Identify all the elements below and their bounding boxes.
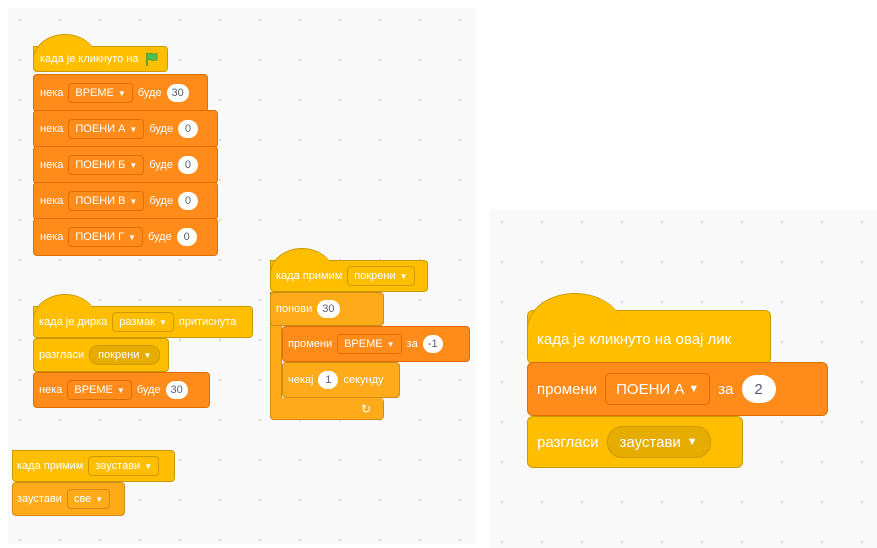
set-keyword: нека bbox=[40, 195, 64, 207]
seconds-label: секунду bbox=[343, 374, 384, 386]
change-keyword: промени bbox=[537, 380, 598, 398]
set-keyword: нека bbox=[40, 231, 64, 243]
hat-label: када је дирка bbox=[39, 316, 108, 328]
repeat-count-input[interactable]: 30 bbox=[317, 300, 340, 318]
when-i-receive-block[interactable]: када примим покрени ▼ bbox=[270, 248, 428, 292]
loop-arrow-icon: ↻ bbox=[360, 401, 371, 416]
hat-label: када примим bbox=[17, 460, 84, 472]
chevron-down-icon: ▼ bbox=[117, 88, 126, 98]
chevron-down-icon: ▼ bbox=[95, 494, 104, 504]
message-dropdown[interactable]: заустави ▼ bbox=[606, 426, 711, 458]
repeat-block[interactable]: понови 30 bbox=[270, 292, 384, 326]
message-dropdown[interactable]: покрени ▼ bbox=[347, 266, 415, 286]
value-input[interactable]: 0 bbox=[177, 156, 198, 174]
variable-dropdown[interactable]: ВРЕМЕ ▼ bbox=[67, 380, 132, 400]
stop-keyword: заустави bbox=[17, 493, 62, 505]
variable-dropdown[interactable]: ПОЕНИ Б ▼ bbox=[68, 155, 145, 175]
stop-option-dropdown[interactable]: све ▼ bbox=[66, 489, 111, 509]
to-keyword: буде bbox=[149, 159, 173, 171]
wait-keyword: чекај bbox=[288, 374, 314, 386]
chevron-down-icon: ▼ bbox=[129, 160, 138, 170]
chevron-down-icon: ▼ bbox=[128, 232, 136, 242]
chevron-down-icon: ▼ bbox=[386, 339, 395, 349]
set-variable-block[interactable]: нека ВРЕМЕ ▼ буде 30 bbox=[33, 372, 210, 408]
chevron-down-icon: ▼ bbox=[399, 271, 408, 281]
repeat-block-footer[interactable]: ↻ bbox=[270, 398, 384, 420]
change-variable-block[interactable]: промени ПОЕНИ А ▼ за 2 bbox=[527, 362, 828, 416]
message-dropdown[interactable]: покрени ▼ bbox=[89, 345, 161, 365]
set-keyword: нека bbox=[40, 123, 64, 135]
value-input[interactable]: 30 bbox=[165, 381, 188, 399]
set-variable-block[interactable]: нека ПОЕНИ А ▼ буде 0 bbox=[33, 110, 218, 148]
message-dropdown[interactable]: заустави ▼ bbox=[88, 456, 160, 476]
set-keyword: нека bbox=[39, 384, 63, 396]
set-variable-block[interactable]: нека ПОЕНИ Г ▼ буде 0 bbox=[33, 218, 218, 256]
wait-block[interactable]: чекај 1 секунду bbox=[282, 362, 400, 398]
chevron-down-icon: ▼ bbox=[129, 124, 138, 134]
broadcast-keyword: разгласи bbox=[39, 349, 85, 361]
broadcast-block[interactable]: разгласи покрени ▼ bbox=[33, 338, 169, 372]
when-this-sprite-clicked-block[interactable]: када је кликнуто на овај лик bbox=[527, 293, 771, 364]
when-i-receive-block[interactable]: када примим заустави ▼ bbox=[12, 450, 175, 482]
to-keyword: буде bbox=[149, 195, 174, 207]
chevron-down-icon: ▼ bbox=[158, 317, 167, 327]
variable-dropdown[interactable]: ВРЕМЕ ▼ bbox=[337, 334, 402, 354]
to-keyword: буде bbox=[149, 123, 174, 135]
set-variable-block[interactable]: нека ПОЕНИ В ▼ буде 0 bbox=[33, 182, 218, 220]
to-keyword: буде bbox=[147, 231, 172, 243]
change-variable-block[interactable]: промени ВРЕМЕ ▼ за -1 bbox=[282, 326, 470, 362]
variable-dropdown[interactable]: ПОЕНИ А ▼ bbox=[68, 119, 145, 139]
hat-label: када је кликнуто на bbox=[40, 53, 139, 65]
when-key-pressed-block[interactable]: када је дирка размак ▼ притиснута bbox=[33, 294, 253, 338]
hat-label: када примим bbox=[276, 270, 343, 282]
value-input[interactable]: 30 bbox=[166, 84, 189, 102]
repeat-keyword: понови bbox=[276, 303, 313, 315]
chevron-down-icon: ▼ bbox=[144, 461, 153, 471]
set-variable-block[interactable]: нека ПОЕНИ Б ▼ буде 0 bbox=[33, 146, 218, 184]
when-flag-clicked-block[interactable]: када је кликнуто на bbox=[33, 34, 168, 72]
set-keyword: нека bbox=[40, 159, 64, 171]
hat-label-post: притиснута bbox=[178, 316, 237, 328]
broadcast-block[interactable]: разгласи заустави ▼ bbox=[527, 416, 743, 468]
value-input[interactable]: 0 bbox=[176, 228, 197, 246]
variable-dropdown[interactable]: ПОЕНИ Г ▼ bbox=[68, 227, 143, 247]
key-dropdown[interactable]: размак ▼ bbox=[112, 312, 174, 332]
green-flag-icon bbox=[145, 52, 157, 66]
chevron-down-icon: ▼ bbox=[686, 436, 698, 448]
to-keyword: буде bbox=[137, 87, 162, 99]
broadcast-keyword: разгласи bbox=[537, 433, 599, 451]
set-keyword: нека bbox=[40, 87, 64, 99]
by-keyword: за bbox=[406, 338, 418, 350]
change-keyword: промени bbox=[288, 338, 333, 350]
variable-dropdown[interactable]: ПОЕНИ А ▼ bbox=[605, 373, 711, 405]
by-keyword: за bbox=[718, 380, 734, 398]
value-input[interactable]: -1 bbox=[422, 335, 443, 353]
to-keyword: буде bbox=[136, 384, 161, 396]
stop-block[interactable]: заустави све ▼ bbox=[12, 482, 125, 516]
chevron-down-icon: ▼ bbox=[688, 383, 700, 395]
chevron-down-icon: ▼ bbox=[116, 385, 125, 395]
chevron-down-icon: ▼ bbox=[143, 350, 152, 360]
chevron-down-icon: ▼ bbox=[129, 196, 138, 206]
value-input[interactable]: 0 bbox=[178, 120, 199, 138]
variable-dropdown[interactable]: ВРЕМЕ ▼ bbox=[68, 83, 133, 103]
wait-seconds-input[interactable]: 1 bbox=[318, 371, 339, 389]
variable-dropdown[interactable]: ПОЕНИ В ▼ bbox=[68, 191, 145, 211]
value-input[interactable]: 0 bbox=[178, 192, 199, 210]
value-input[interactable]: 2 bbox=[741, 375, 776, 403]
set-variable-block[interactable]: нека ВРЕМЕ ▼ буде 30 bbox=[33, 74, 208, 112]
hat-label: када је кликнуто на овај лик bbox=[537, 330, 732, 348]
